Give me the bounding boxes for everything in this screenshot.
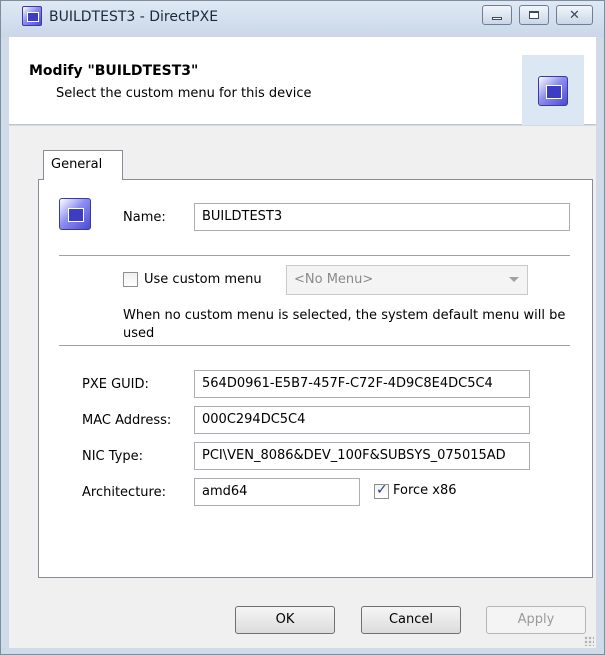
dialog-header: Modify "BUILDTEST3" Select the custom me… [9,37,596,125]
header-title: Modify "BUILDTEST3" [29,63,199,79]
ok-button[interactable]: OK [235,606,335,634]
tab-general-label: General [51,157,103,172]
nic-type-field[interactable]: PCI\VEN_8086&DEV_100F&SUBSYS_075015AD [194,442,530,470]
separator [59,255,570,257]
header-icon-area [522,55,584,125]
resize-grip-icon[interactable] [584,636,594,646]
general-tab-panel: Name: BUILDTEST3 Use custom menu <No Men… [38,179,593,578]
mac-address-label: MAC Address: [82,413,172,428]
device-icon [538,76,568,106]
use-custom-menu-label[interactable]: Use custom menu [144,272,262,287]
device-icon [59,198,91,230]
tab-general[interactable]: General [43,150,123,180]
minimize-icon [492,16,502,20]
mac-address-field[interactable]: 000C294DC5C4 [194,406,530,434]
name-field[interactable]: BUILDTEST3 [194,203,570,231]
pxe-guid-label: PXE GUID: [82,377,149,392]
architecture-value: amd64 [202,484,248,499]
mac-address-value: 000C294DC5C4 [202,412,306,427]
custom-menu-info: When no custom menu is selected, the sys… [123,308,566,341]
name-label: Name: [123,210,166,225]
dropdown-arrow-icon [509,277,519,282]
pxe-guid-value: 564D0961-E5B7-457F-C72F-4D9C8E4DC5C4 [202,376,493,391]
close-icon: ✕ [569,7,580,23]
title-bar[interactable]: BUILDTEST3 - DirectPXE ✕ [1,1,604,37]
nic-type-label: NIC Type: [82,449,144,464]
header-subtitle: Select the custom menu for this device [56,86,312,101]
window-title: BUILDTEST3 - DirectPXE [49,9,219,25]
architecture-label: Architecture: [82,485,166,500]
pxe-guid-field[interactable]: 564D0961-E5B7-457F-C72F-4D9C8E4DC5C4 [194,370,530,398]
cancel-button[interactable]: Cancel [361,606,461,634]
use-custom-menu-checkbox[interactable] [123,272,138,287]
force-x86-checkbox[interactable] [374,482,389,499]
separator [59,345,570,347]
architecture-field[interactable]: amd64 [194,478,360,506]
force-x86-label[interactable]: Force x86 [393,483,457,498]
nic-type-value: PCI\VEN_8086&DEV_100F&SUBSYS_075015AD [202,448,506,463]
dialog-window: BUILDTEST3 - DirectPXE ✕ Modify "BUILDTE… [0,0,605,655]
custom-menu-value: <No Menu> [294,272,374,287]
maximize-button[interactable] [519,5,549,25]
dialog-body: General Name: BUILDTEST3 Use custom menu… [9,126,596,648]
name-value: BUILDTEST3 [202,209,283,224]
maximize-icon [529,11,539,19]
apply-button[interactable]: Apply [486,606,586,634]
close-button[interactable]: ✕ [556,5,593,25]
minimize-button[interactable] [482,5,512,25]
app-icon[interactable] [22,6,42,26]
custom-menu-select[interactable]: <No Menu> [286,265,528,295]
